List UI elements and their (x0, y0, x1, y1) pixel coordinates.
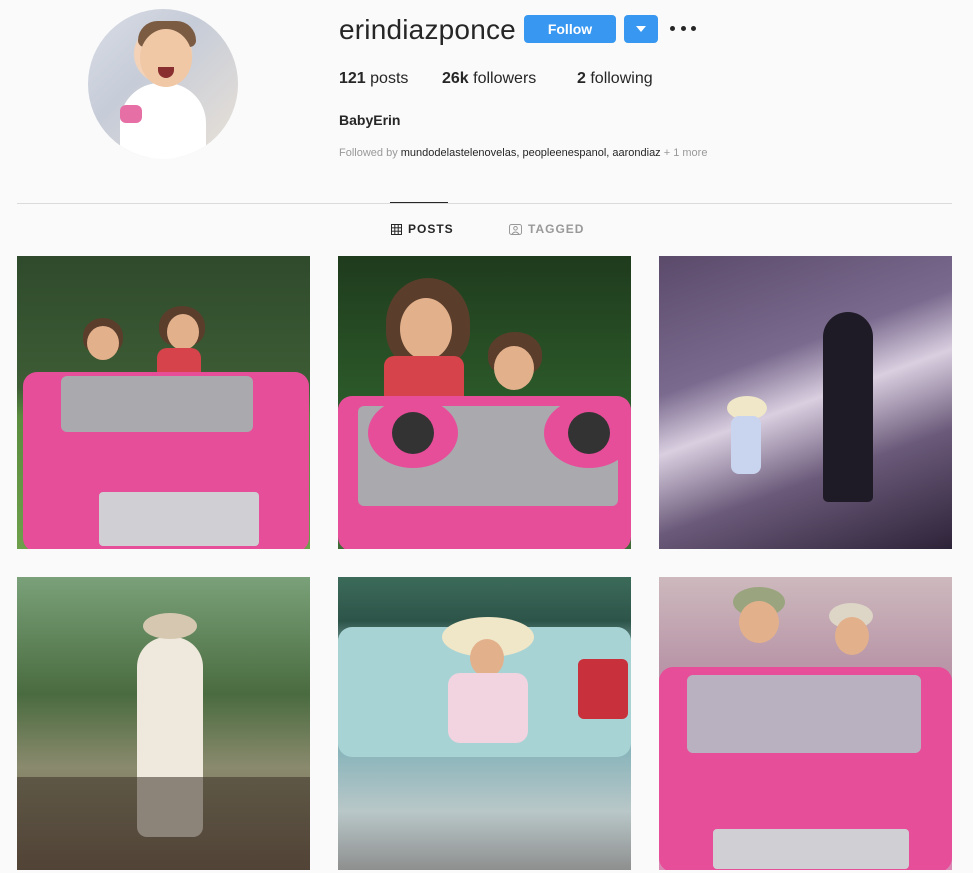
post-thumbnail[interactable] (338, 577, 631, 870)
adult-hat (143, 613, 197, 639)
posts-count: 121 (339, 70, 366, 87)
posts-label: posts (365, 70, 409, 87)
garden-path (17, 777, 310, 870)
grid-icon (391, 223, 402, 235)
post-thumbnail[interactable] (659, 256, 952, 549)
post-thumbnail[interactable] (17, 256, 310, 549)
car-windshield (687, 675, 921, 753)
tab-posts-label: POSTS (408, 222, 454, 236)
followed-by-prefix: Followed by (339, 147, 401, 159)
child-face (835, 617, 869, 655)
tab-posts[interactable]: POSTS (391, 222, 454, 236)
tabs-divider (17, 203, 952, 204)
avatar-face (140, 29, 192, 87)
more-options-button[interactable] (670, 18, 696, 38)
follow-button[interactable]: Follow (524, 15, 616, 43)
followers-stat[interactable]: 26k followers (442, 70, 536, 88)
followers-label: followers (468, 70, 537, 87)
more-dot-icon (680, 25, 686, 31)
child-face (167, 314, 199, 350)
child-face (470, 639, 504, 677)
following-count: 2 (577, 70, 586, 87)
child-face (494, 346, 534, 390)
car-speaker (544, 398, 631, 468)
tab-tagged[interactable]: TAGGED (509, 222, 584, 236)
red-bag (578, 659, 628, 719)
more-dot-icon (670, 25, 675, 31)
followed-by-names[interactable]: mundodelastelenovelas, peopleenespanol, … (401, 147, 661, 159)
adult-figure (823, 312, 873, 502)
child-face (400, 298, 452, 360)
profile-avatar[interactable] (88, 9, 238, 159)
more-dot-icon (691, 25, 696, 31)
followers-count: 26k (442, 70, 469, 87)
car-windshield (61, 376, 253, 432)
posts-stat: 121 posts (339, 70, 408, 88)
profile-full-name: BabyErin (339, 112, 401, 128)
profile-username: erindiazponce (339, 14, 516, 45)
speaker-cone (392, 412, 434, 454)
child-face (87, 326, 119, 360)
child-figure (731, 416, 761, 474)
child-face (739, 601, 779, 643)
tab-tagged-label: TAGGED (528, 222, 585, 236)
post-thumbnail[interactable] (338, 256, 631, 549)
car-speaker (368, 398, 458, 468)
suggestions-dropdown-button[interactable] (624, 15, 658, 43)
post-thumbnail[interactable] (659, 577, 952, 870)
followed-by-line[interactable]: Followed by mundodelastelenovelas, peopl… (339, 147, 707, 159)
active-tab-indicator (390, 202, 448, 203)
avatar-cupcake (120, 105, 142, 123)
followed-by-more[interactable]: + 1 more (661, 147, 708, 159)
car-grille (99, 492, 259, 546)
speaker-cone (568, 412, 610, 454)
following-label: following (585, 70, 653, 87)
car-grille (713, 829, 909, 869)
post-thumbnail[interactable] (17, 577, 310, 870)
tag-icon (509, 223, 522, 235)
following-stat[interactable]: 2 following (577, 70, 653, 88)
chevron-down-icon (636, 26, 646, 32)
child-outfit (448, 673, 528, 743)
